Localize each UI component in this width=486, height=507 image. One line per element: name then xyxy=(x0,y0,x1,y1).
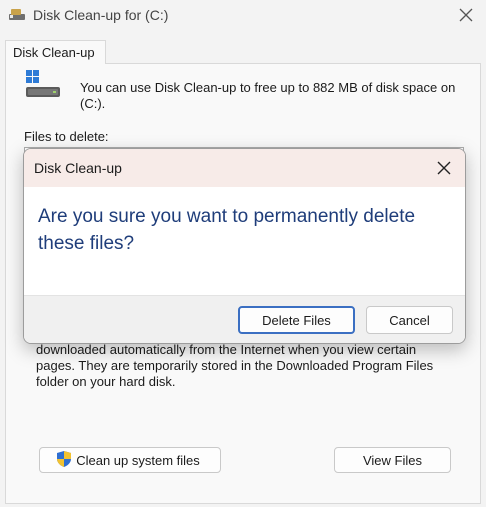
window-titlebar: Disk Clean-up for (C:) xyxy=(0,0,486,32)
clean-up-system-files-button[interactable]: Clean up system files xyxy=(39,447,221,473)
dialog-title: Disk Clean-up xyxy=(34,160,122,176)
window-title: Disk Clean-up for (C:) xyxy=(33,7,169,23)
drive-icon xyxy=(26,70,62,102)
clean-up-system-files-label: Clean up system files xyxy=(76,452,200,468)
confirm-delete-dialog: Disk Clean-up Are you sure you want to p… xyxy=(23,148,466,344)
files-to-delete-label: Files to delete: xyxy=(24,129,109,144)
dialog-message: Are you sure you want to permanently del… xyxy=(38,206,416,254)
uac-shield-icon xyxy=(56,450,72,471)
delete-files-button[interactable]: Delete Files xyxy=(238,306,355,334)
disk-cleanup-app-icon xyxy=(8,8,26,22)
file-description: downloaded automatically from the Intern… xyxy=(36,342,434,389)
view-files-button[interactable]: View Files xyxy=(334,447,451,473)
dialog-footer: Delete Files Cancel xyxy=(24,295,465,343)
dialog-titlebar: Disk Clean-up xyxy=(24,149,465,187)
intro-text: You can use Disk Clean-up to free up to … xyxy=(80,80,456,111)
dialog-close-icon[interactable] xyxy=(433,157,455,179)
cancel-button[interactable]: Cancel xyxy=(366,306,453,334)
tab-disk-cleanup[interactable]: Disk Clean-up xyxy=(5,40,106,64)
close-icon[interactable] xyxy=(454,4,478,26)
